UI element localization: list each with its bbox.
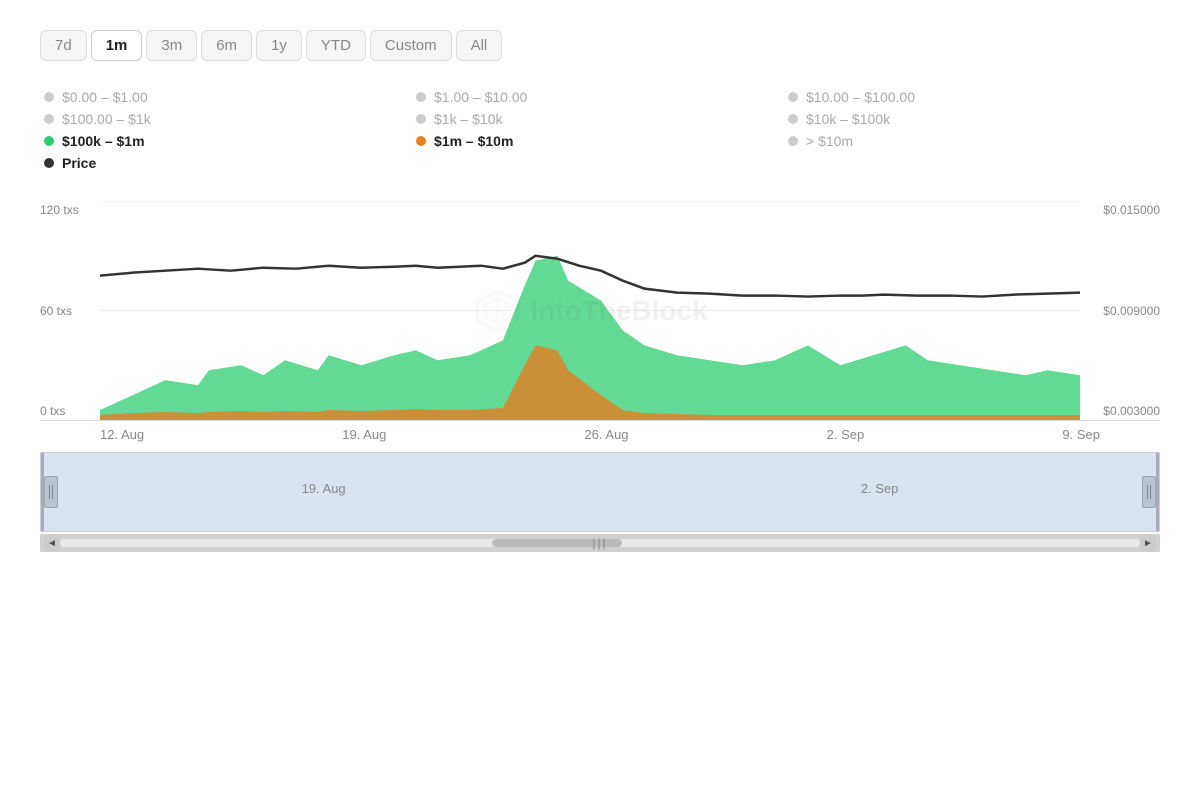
legend-dot-1-10 xyxy=(416,92,426,102)
legend: $0.00 – $1.00 $1.00 – $10.00 $10.00 – $100… xyxy=(40,89,1160,171)
x-label-1: 12. Aug xyxy=(100,427,144,442)
legend-label-0-1: $0.00 – $1.00 xyxy=(62,89,148,105)
y-label-bot-left: 0 txs xyxy=(40,404,100,418)
legend-label-gt-10m: > $10m xyxy=(806,133,853,149)
navigator: 19. Aug 2. Sep xyxy=(40,452,1160,532)
y-label-mid-right: $0.009000 xyxy=(1080,304,1160,318)
time-range-selector: 7d1m3m6m1yYTDCustomAll xyxy=(40,30,1160,61)
navigator-handle-left[interactable] xyxy=(44,476,58,508)
legend-dot-0-1 xyxy=(44,92,54,102)
navigator-label-2: 2. Sep xyxy=(861,481,899,496)
legend-item-1k-10k[interactable]: $1k – $10k xyxy=(416,111,788,127)
scrollbar-left-arrow[interactable]: ◄ xyxy=(44,535,60,551)
y-label-top-right: $0.015000 xyxy=(1080,203,1160,217)
scrollbar[interactable]: ◄ ||| ► xyxy=(40,534,1160,552)
y-label-top-left: 120 txs xyxy=(40,203,100,217)
legend-label-1-10: $1.00 – $10.00 xyxy=(434,89,527,105)
legend-item-10k-100k[interactable]: $10k – $100k xyxy=(788,111,1160,127)
legend-dot-price xyxy=(44,158,54,168)
legend-dot-10k-100k xyxy=(788,114,798,124)
time-btn-1y[interactable]: 1y xyxy=(256,30,302,61)
y-label-mid-left: 60 txs xyxy=(40,304,100,318)
time-btn-3m[interactable]: 3m xyxy=(146,30,197,61)
legend-dot-10-100 xyxy=(788,92,798,102)
y-axis-left: 120 txs 60 txs 0 txs xyxy=(40,201,100,420)
chart-area: 120 txs 60 txs 0 txs $0.015000 $0.009000… xyxy=(40,201,1160,421)
time-btn-6m[interactable]: 6m xyxy=(201,30,252,61)
scrollbar-right-arrow[interactable]: ► xyxy=(1140,535,1156,551)
legend-label-1k-10k: $1k – $10k xyxy=(434,111,503,127)
y-label-bot-right: $0.003000 xyxy=(1080,404,1160,418)
time-btn-ytd[interactable]: YTD xyxy=(306,30,366,61)
x-label-2: 19. Aug xyxy=(342,427,386,442)
legend-item-10-100[interactable]: $10.00 – $100.00 xyxy=(788,89,1160,105)
legend-dot-1m-10m xyxy=(416,136,426,146)
x-label-5: 9. Sep xyxy=(1062,427,1100,442)
x-label-3: 26. Aug xyxy=(584,427,628,442)
y-axis-right: $0.015000 $0.009000 $0.003000 xyxy=(1080,201,1160,420)
navigator-handle-right[interactable] xyxy=(1142,476,1156,508)
legend-item-price[interactable]: Price xyxy=(44,155,416,171)
legend-item-gt-10m[interactable]: > $10m xyxy=(788,133,1160,149)
legend-dot-gt-10m xyxy=(788,136,798,146)
legend-label-price: Price xyxy=(62,155,96,171)
x-axis: 12. Aug 19. Aug 26. Aug 2. Sep 9. Sep xyxy=(40,421,1160,442)
chart-svg-area: IntoTheBlock xyxy=(100,201,1080,420)
legend-item-100-1k[interactable]: $100.00 – $1k xyxy=(44,111,416,127)
time-btn-7d[interactable]: 7d xyxy=(40,30,87,61)
legend-label-100-1k: $100.00 – $1k xyxy=(62,111,151,127)
legend-dot-100k-1m xyxy=(44,136,54,146)
scrollbar-middle-handle[interactable]: ||| xyxy=(592,536,607,550)
legend-dot-100-1k xyxy=(44,114,54,124)
chart-svg xyxy=(100,201,1080,420)
legend-item-100k-1m[interactable]: $100k – $1m xyxy=(44,133,416,149)
time-btn-1m[interactable]: 1m xyxy=(91,30,143,61)
navigator-label-1: 19. Aug xyxy=(302,481,346,496)
legend-dot-1k-10k xyxy=(416,114,426,124)
time-btn-all[interactable]: All xyxy=(456,30,503,61)
legend-item-1-10[interactable]: $1.00 – $10.00 xyxy=(416,89,788,105)
chart-wrapper: 120 txs 60 txs 0 txs $0.015000 $0.009000… xyxy=(40,201,1160,442)
legend-label-10-100: $10.00 – $100.00 xyxy=(806,89,915,105)
legend-label-1m-10m: $1m – $10m xyxy=(434,133,513,149)
legend-item-0-1[interactable]: $0.00 – $1.00 xyxy=(44,89,416,105)
navigator-labels: 19. Aug 2. Sep xyxy=(44,453,1156,496)
x-label-4: 2. Sep xyxy=(827,427,865,442)
legend-item-1m-10m[interactable]: $1m – $10m xyxy=(416,133,788,149)
time-btn-custom[interactable]: Custom xyxy=(370,30,452,61)
navigator-window: 19. Aug 2. Sep xyxy=(41,453,1159,531)
legend-label-10k-100k: $10k – $100k xyxy=(806,111,890,127)
legend-label-100k-1m: $100k – $1m xyxy=(62,133,145,149)
